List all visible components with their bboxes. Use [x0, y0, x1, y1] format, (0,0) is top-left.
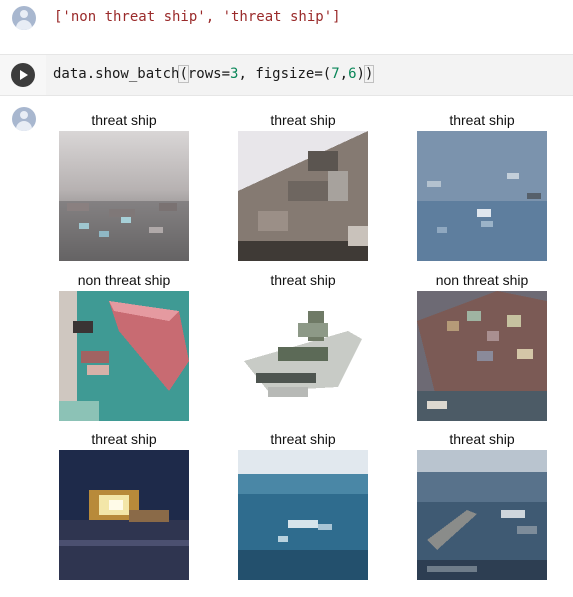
cell-output-row: ['non threat ship', 'threat ship'] [0, 0, 573, 40]
tile-label: threat ship [270, 112, 336, 128]
batch-tile: threat ship [59, 111, 189, 261]
tile-image [59, 291, 189, 421]
code-arg-figsize: , figsize=( [238, 66, 332, 82]
output-avatar-icon [12, 6, 36, 30]
tile-label: threat ship [449, 431, 515, 447]
code-open-paren: ( [178, 65, 189, 83]
code-close-tuple: ) [356, 66, 365, 82]
tile-image [238, 291, 368, 421]
tile-image [59, 131, 189, 261]
code-arg-rows: rows= [187, 66, 231, 82]
code-fig-height: 6 [348, 66, 357, 82]
code-line[interactable]: data.show_batch(rows=3, figsize=(7,6)) [53, 65, 375, 83]
batch-tile: threat ship [238, 111, 368, 261]
code-fig-width: 7 [331, 66, 340, 82]
batch-tile: non threat ship [59, 271, 189, 421]
batch-tile: non threat ship [417, 271, 547, 421]
tile-label: threat ship [91, 431, 157, 447]
batch-tile: threat ship [417, 111, 547, 261]
tile-image [59, 450, 189, 580]
tile-image [417, 450, 547, 580]
tile-image [417, 291, 547, 421]
code-fn: data.show_batch [53, 66, 180, 82]
tile-image [238, 131, 368, 261]
show-batch-output: threat ship threat ship threat ship non … [0, 104, 573, 597]
batch-tile: threat ship [417, 430, 547, 580]
tile-label: threat ship [270, 431, 336, 447]
batch-tile: threat ship [59, 430, 189, 580]
batch-tile: threat ship [238, 430, 368, 580]
tile-label: threat ship [270, 272, 336, 288]
batch-tile: threat ship [238, 271, 368, 421]
code-close-paren: ) [363, 65, 375, 83]
cell-gutter [0, 54, 46, 96]
class-list-output: ['non threat ship', 'threat ship'] [54, 9, 341, 25]
tile-label: threat ship [91, 112, 157, 128]
code-editor[interactable]: data.show_batch(rows=3, figsize=(7,6)) [46, 54, 573, 96]
code-comma: , [339, 66, 349, 82]
tile-label: non threat ship [77, 272, 171, 288]
tile-image [238, 450, 368, 580]
tile-label: non threat ship [435, 272, 529, 288]
code-cell[interactable]: data.show_batch(rows=3, figsize=(7,6)) [0, 54, 573, 96]
tile-image [417, 131, 547, 261]
run-cell-button[interactable] [11, 63, 35, 87]
play-icon [20, 70, 28, 80]
tile-label: threat ship [449, 112, 515, 128]
